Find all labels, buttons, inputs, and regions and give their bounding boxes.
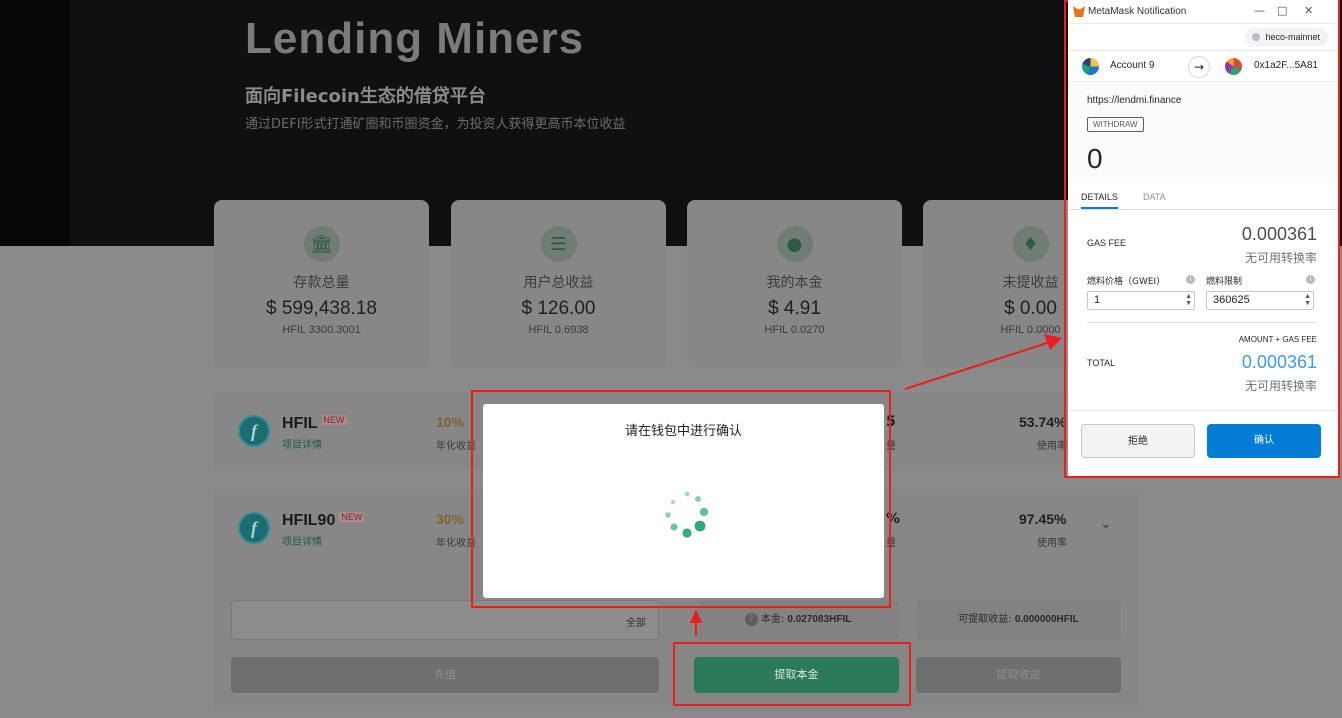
gas-fee-value: 0.000361 <box>1241 224 1317 244</box>
details-tabs: DETAILS DATA <box>1068 184 1338 210</box>
metamask-titlebar: MetaMask Notification — □ ✕ <box>1068 0 1338 24</box>
origin-url: https://lendmi.finance <box>1087 95 1182 106</box>
divider <box>1087 322 1316 323</box>
total-label: TOTAL <box>1087 358 1116 368</box>
stepper-icon[interactable]: ▲ ▼ <box>1304 293 1311 307</box>
gas-fee-label: GAS FEE <box>1087 238 1127 248</box>
reject-button[interactable]: 拒绝 <box>1081 424 1195 458</box>
network-icon <box>1252 33 1261 41</box>
gas-limit-input[interactable]: 360625 ▲ ▼ <box>1206 291 1314 310</box>
account-bar: Account 9 → 0x1a2F...5A81 <box>1068 50 1338 82</box>
tab-data[interactable]: DATA <box>1143 192 1166 202</box>
destination-avatar <box>1225 58 1242 75</box>
gas-price-input[interactable]: 1 ▲ ▼ <box>1087 291 1195 310</box>
info-icon[interactable]: i <box>1306 275 1315 284</box>
network-name: heco-mainnet <box>1265 32 1320 42</box>
gas-price-label: 燃料价格（GWEI） <box>1087 277 1166 287</box>
info-icon[interactable]: i <box>1186 275 1195 284</box>
confirm-button[interactable]: 确认 <box>1207 424 1321 458</box>
footer-divider <box>1068 410 1338 411</box>
account-avatar <box>1082 58 1099 75</box>
minimize-icon[interactable]: — <box>1254 4 1265 17</box>
gas-limit-value: 360625 <box>1213 294 1250 306</box>
metamask-window: MetaMask Notification — □ ✕ heco-mainnet… <box>1068 0 1338 476</box>
account-name[interactable]: Account 9 <box>1110 60 1154 71</box>
stepper-icon[interactable]: ▲ ▼ <box>1185 293 1192 307</box>
network-pill[interactable]: heco-mainnet <box>1245 28 1328 46</box>
total-value: 0.000361 <box>1241 352 1317 372</box>
gas-fee-conversion: 无可用转换率 <box>1244 251 1317 265</box>
maximize-icon[interactable]: □ <box>1277 4 1287 17</box>
close-icon[interactable]: ✕ <box>1304 4 1313 17</box>
metamask-fox-icon <box>1073 6 1085 17</box>
method-badge: WITHDRAW <box>1087 117 1144 132</box>
transaction-summary: https://lendmi.finance WITHDRAW 0 <box>1068 83 1338 183</box>
amount-plus-gas-label: AMOUNT + GAS FEE <box>1238 335 1317 344</box>
transaction-amount: 0 <box>1087 143 1103 174</box>
total-conversion: 无可用转换率 <box>1244 379 1317 393</box>
destination-address[interactable]: 0x1a2F...5A81 <box>1254 60 1318 71</box>
gas-price-value: 1 <box>1094 294 1101 306</box>
tab-details[interactable]: DETAILS <box>1081 192 1118 209</box>
window-title: MetaMask Notification <box>1088 6 1187 17</box>
arrow-right-icon: → <box>1188 56 1210 78</box>
gas-limit-label: 燃料限制 <box>1206 277 1243 287</box>
